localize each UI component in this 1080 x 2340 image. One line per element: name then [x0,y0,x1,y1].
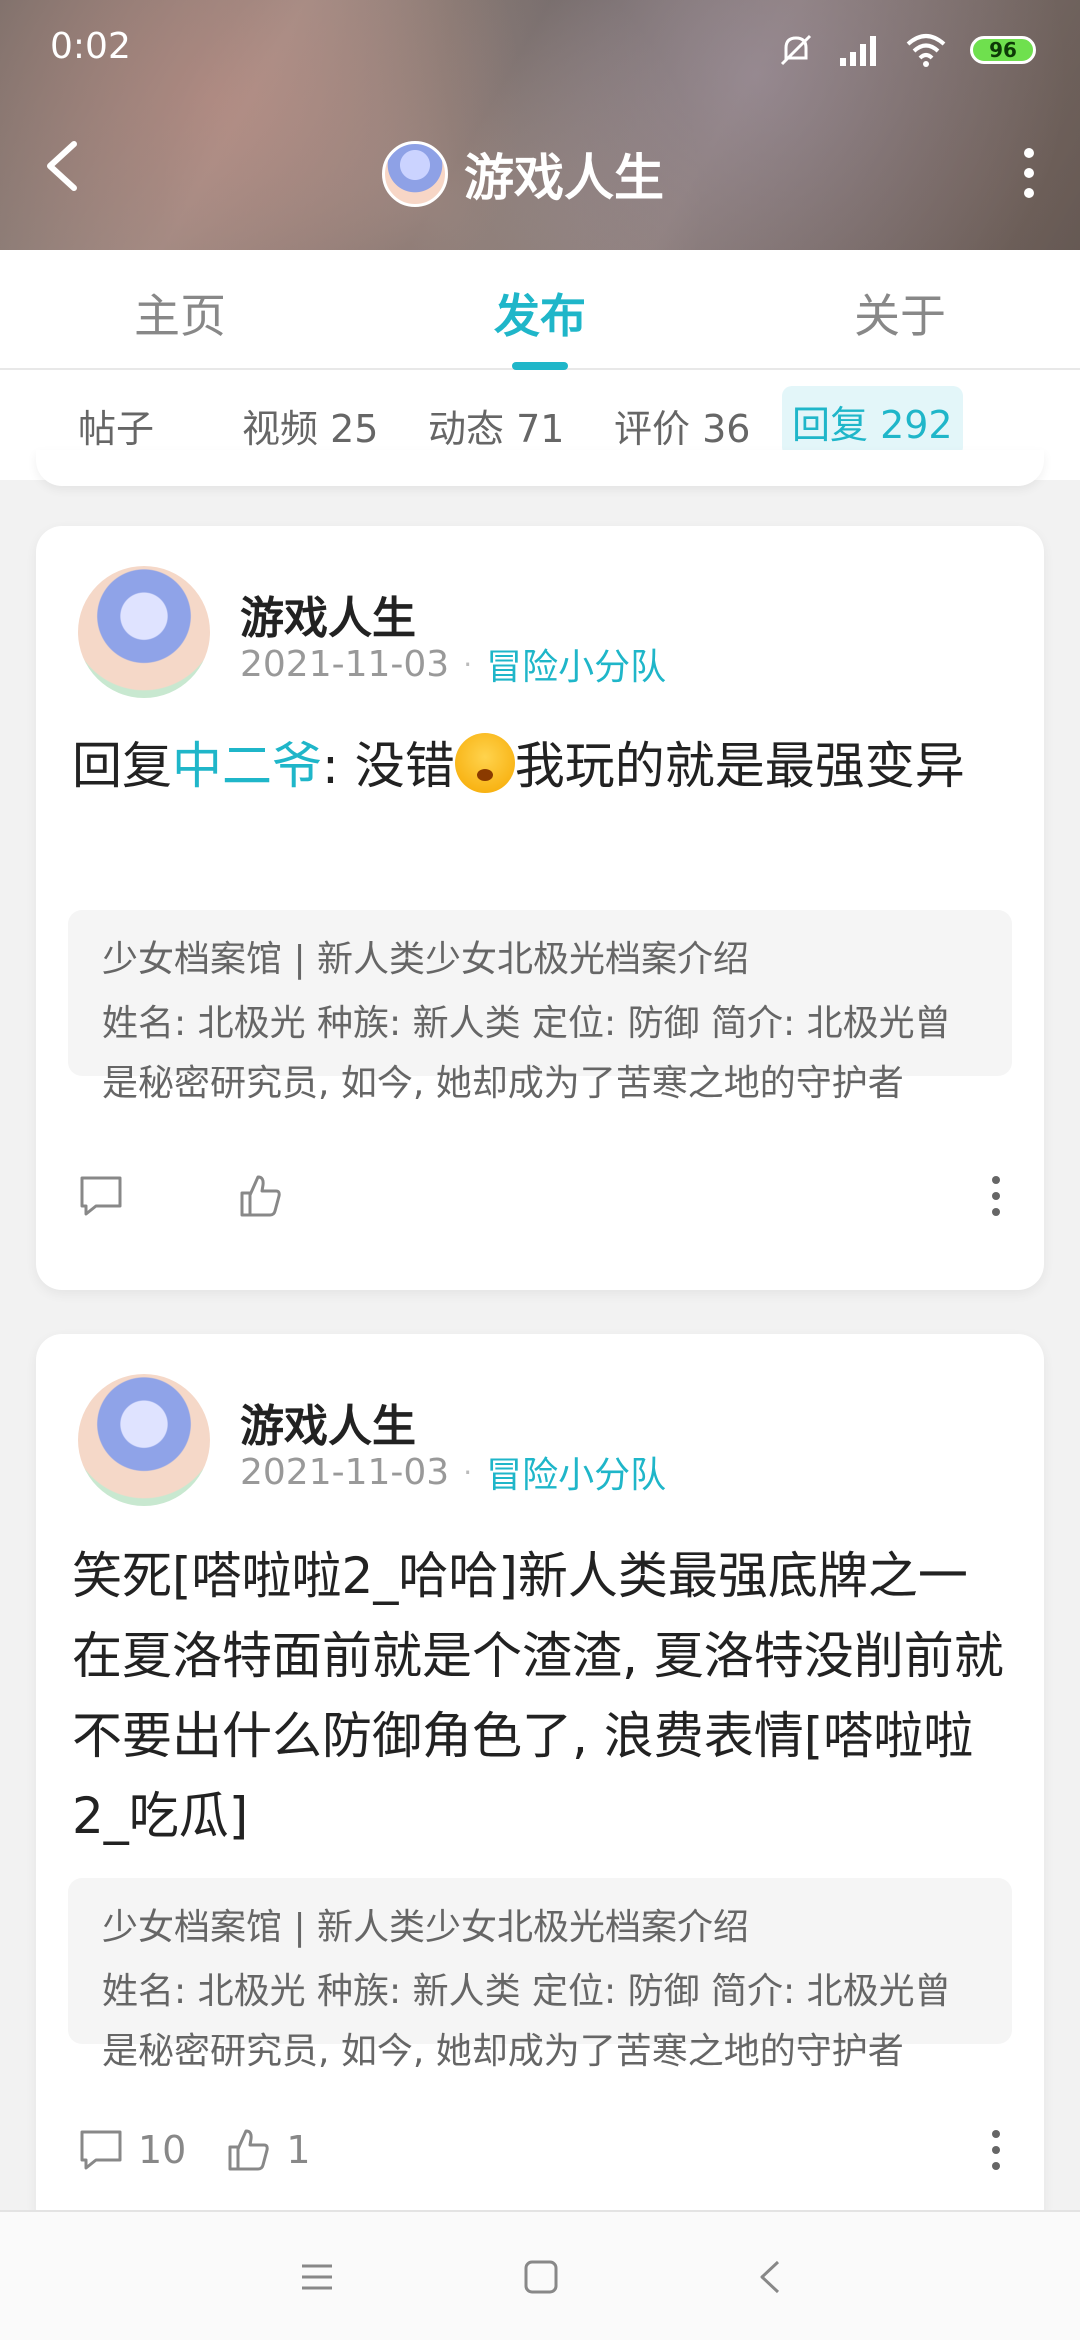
quote-title: 少女档案馆 | 新人类少女北极光档案介绍 [102,1907,750,1948]
mention-link[interactable]: 中二爷 [172,737,322,795]
post-card[interactable]: 游戏人生 2021-11-03 · 冒险小分队 笑死[嗒啦啦2_哈哈]新人类最强… [36,1334,1044,2234]
tab-publish[interactable]: 发布 [494,280,586,346]
page-title: 游戏人生 [464,149,664,207]
tab-about[interactable]: 关于 [854,280,946,346]
like-count: 1 [286,2128,311,2172]
comment-button[interactable] [78,1174,138,1218]
comment-icon [80,2130,122,2170]
active-tab-indicator [512,362,568,370]
comment-button[interactable]: 10 [78,2128,186,2172]
battery-level: 96 [989,38,1017,62]
subtab-posts[interactable]: 帖子 [78,398,154,453]
post-content[interactable]: 笑死[嗒啦啦2_哈哈]新人类最强底牌之一在夏洛特面前就是个渣渣, 夏洛特没削前就… [72,1536,1008,1856]
post-content[interactable]: 回复中二爷: 没错 我玩的就是最强变异 [72,726,1008,806]
like-button[interactable]: 1 [226,2127,311,2173]
battery-indicator: 96 [970,36,1036,64]
previous-card-edge [36,450,1044,486]
main-tab-bar: 主页 发布 关于 [0,250,1080,370]
shocked-emoji-icon [454,733,515,793]
author-name[interactable]: 游戏人生 [240,1390,416,1454]
post-actions [78,1166,1002,1226]
post-more-icon[interactable] [992,2130,1002,2170]
quoted-article[interactable]: 少女档案馆 | 新人类少女北极光档案介绍 姓名: 北极光 种族: 新人类 定位:… [68,910,1012,1104]
post-date: 2021-11-03 [240,643,450,685]
menu-icon[interactable] [298,2258,336,2296]
back-nav-icon[interactable] [752,2258,790,2296]
profile-header: 0:02 96 游戏人生 [0,0,1080,250]
post-date: 2021-11-03 [240,1451,450,1493]
reply-prefix: 回复 [72,737,172,795]
status-bar: 0:02 96 [0,0,1080,96]
separator-dot: · [463,647,473,681]
post-more-icon[interactable] [992,1176,1002,1216]
mute-icon [780,34,812,66]
status-time: 0:02 [50,26,131,67]
quote-title: 少女档案馆 | 新人类少女北极光档案介绍 [102,939,750,980]
comment-icon [80,1176,122,1216]
comment-count: 10 [138,2128,187,2172]
post-actions: 10 1 [78,2120,1002,2180]
quoted-article[interactable]: 少女档案馆 | 新人类少女北极光档案介绍 姓名: 北极光 种族: 新人类 定位:… [68,1878,1012,2072]
avatar[interactable] [78,566,210,698]
subtab-reviews[interactable]: 评价 36 [614,398,750,453]
thumbs-up-icon [240,1175,281,1217]
system-nav-bar [0,2210,1080,2340]
header-title-group: 游戏人生 [382,138,664,210]
status-icons: 96 [776,30,1036,70]
wifi-icon [906,34,946,67]
post-card[interactable]: 游戏人生 2021-11-03 · 冒险小分队 回复中二爷: 没错 我玩的就是最强… [36,526,1044,1290]
thumbs-up-icon [228,2129,270,2171]
more-options-icon[interactable] [1020,148,1038,198]
content-text: : 没错 [322,737,455,795]
back-arrow-icon[interactable] [40,138,84,194]
author-name[interactable]: 游戏人生 [240,582,416,646]
group-link[interactable]: 冒险小分队 [486,1446,666,1498]
post-meta: 2021-11-03 · 冒险小分队 [240,638,666,690]
like-button[interactable] [238,1173,298,1219]
home-square-icon[interactable] [522,2258,560,2296]
content-text-rest: 我玩的就是最强变异 [514,737,965,795]
tab-home[interactable]: 主页 [134,280,226,346]
subtab-moments[interactable]: 动态 71 [428,398,564,453]
avatar[interactable] [78,1374,210,1506]
quote-body: 姓名: 北极光 种族: 新人类 定位: 防御 简介: 北极光曾是秘密研究员, 如… [102,1003,951,1104]
quote-body: 姓名: 北极光 种族: 新人类 定位: 防御 简介: 北极光曾是秘密研究员, 如… [102,1971,951,2072]
separator-dot: · [463,1455,473,1489]
header-avatar [382,141,448,207]
subtab-replies[interactable]: 回复 292 [782,386,963,457]
signal-icon [840,36,876,66]
subtab-videos[interactable]: 视频 25 [242,398,378,453]
post-meta: 2021-11-03 · 冒险小分队 [240,1446,666,1498]
group-link[interactable]: 冒险小分队 [486,638,666,690]
